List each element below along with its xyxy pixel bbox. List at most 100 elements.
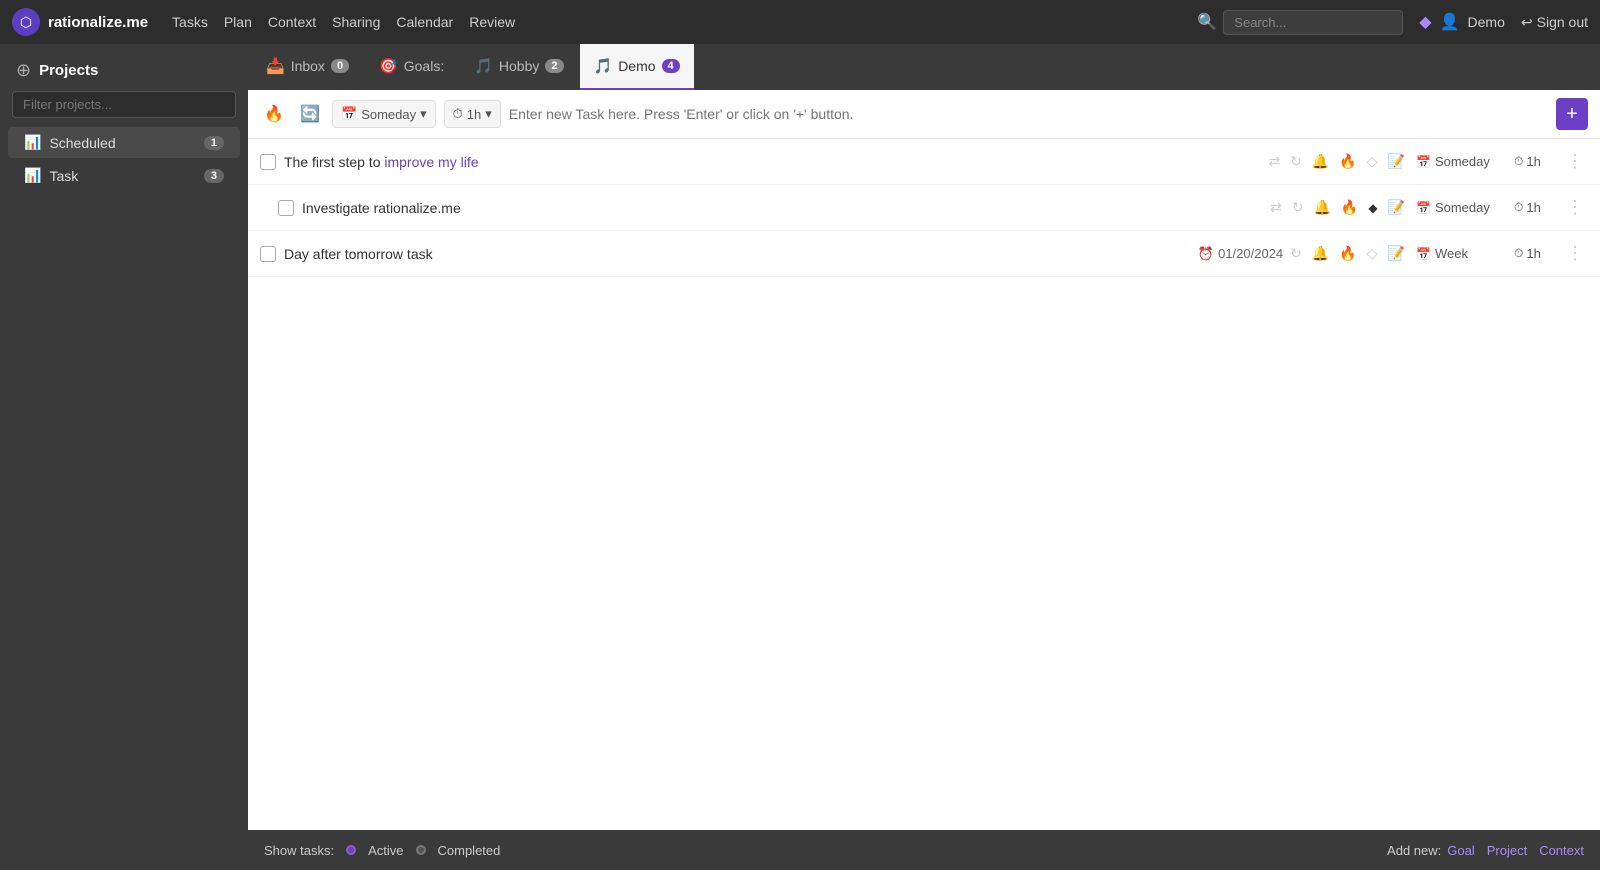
task-3-note-icon[interactable]: 📝 [1385,242,1408,265]
tab-goals[interactable]: 🎯 Goals: [365,44,458,90]
schedule-label: Someday [361,107,416,122]
task-1-repeat-icon[interactable]: ↻ [1287,150,1305,173]
add-new-label: Add new: [1387,843,1441,858]
duration-selector[interactable]: ⏱ 1h ▾ [444,100,501,128]
signout-icon: ↩ [1521,14,1533,31]
nav-calendar[interactable]: Calendar [396,14,453,30]
task-checkbox-1[interactable] [260,154,276,170]
footer: Show tasks: Active Completed Add new: Go… [248,830,1600,870]
task-actions-1: ⇄ ↻ 🔔 🔥 ◇ 📝 [1265,150,1408,173]
task-1-fire-icon[interactable]: 🔥 [1336,150,1359,173]
add-task-button[interactable]: + [1556,98,1588,130]
task-2-more-button[interactable]: ⋮ [1562,195,1588,220]
calendar-icon-3: 📅 [1416,247,1431,261]
task-2-diamond-icon[interactable]: ◆ [1365,198,1380,218]
task-1-schedule: 📅 Someday [1416,154,1506,169]
task-2-note-icon[interactable]: 📝 [1385,196,1408,219]
add-goal-link[interactable]: Goal [1447,843,1474,858]
task-checkbox-3[interactable] [260,246,276,262]
content-area: 📥 Inbox 0 🎯 Goals: 🎵 Hobby 2 🎵 Demo 4 [248,44,1600,870]
tab-demo[interactable]: 🎵 Demo 4 [580,44,694,90]
new-task-input[interactable] [509,106,1548,122]
completed-radio[interactable] [416,845,426,855]
task-2-fire-icon[interactable]: 🔥 [1338,196,1361,219]
task-1-bell-icon[interactable]: 🔔 [1309,150,1332,173]
task-2-bell-icon[interactable]: 🔔 [1310,196,1333,219]
task-3-schedule: 📅 Week [1416,246,1506,261]
user-name: Demo [1468,14,1505,30]
active-radio[interactable] [346,845,356,855]
task-2-repeat-icon[interactable]: ↻ [1289,196,1307,219]
task-3-date-label: 01/20/2024 [1218,246,1283,261]
task-1-duration: ⏱ 1h [1514,154,1554,169]
sidebar-title: Projects [39,62,98,79]
hobby-icon: 🎵 [474,57,493,75]
tab-hobby[interactable]: 🎵 Hobby 2 [460,44,577,90]
task-3-diamond-icon[interactable]: ◇ [1364,242,1381,265]
footer-right: Add new: Goal Project Context [1387,843,1584,858]
sidebar-task-icon: 📊 [24,167,41,184]
task-actions-3: ⏰ 01/20/2024 ↻ 🔔 🔥 ◇ 📝 [1198,242,1408,265]
task-2-switch-icon[interactable]: ⇄ [1267,196,1285,219]
tab-inbox[interactable]: 📥 Inbox 0 [252,44,363,90]
tab-hobby-badge: 2 [545,59,563,73]
logo: ⬡ rationalize.me [12,8,148,36]
chevron-down-icon: ▾ [420,106,427,122]
search-input[interactable] [1223,10,1403,35]
sidebar: ⊕ Projects 📊 Scheduled 1 📊 Task 3 [0,44,248,870]
calendar-icon-2: 📅 [1416,201,1431,215]
show-tasks-label: Show tasks: [264,843,334,858]
clock-icon-3: ⏱ [1514,246,1523,261]
add-context-link[interactable]: Context [1539,843,1584,858]
tab-demo-label: Demo [618,58,655,74]
tab-inbox-label: Inbox [291,58,325,74]
inbox-icon: 📥 [266,57,285,75]
nav-tasks[interactable]: Tasks [172,14,208,30]
task-2-duration-label: 1h [1526,200,1540,215]
active-label: Active [368,843,403,858]
task-1-note-icon[interactable]: 📝 [1385,150,1408,173]
sidebar-header: ⊕ Projects [0,52,248,87]
sidebar-add-icon[interactable]: ⊕ [16,60,31,81]
clock-icon-2: ⏱ [1514,200,1523,215]
task-3-duration: ⏱ 1h [1514,246,1554,261]
repeat-btn[interactable]: 🔄 [296,100,324,128]
calendar-icon: 📅 [341,106,357,122]
new-task-row: 🔥 🔄 📅 Someday ▾ ⏱ 1h ▾ + [248,90,1600,139]
tabs-bar: 📥 Inbox 0 🎯 Goals: 🎵 Hobby 2 🎵 Demo 4 [248,44,1600,90]
nav-review[interactable]: Review [469,14,515,30]
fire-toggle-btn[interactable]: 🔥 [260,100,288,128]
task-checkbox-2[interactable] [278,200,294,216]
schedule-selector[interactable]: 📅 Someday ▾ [332,100,436,128]
diamond-icon: ◆ [1419,12,1431,32]
task-3-bell-icon[interactable]: 🔔 [1309,242,1332,265]
task-1-switch-icon[interactable]: ⇄ [1265,150,1283,173]
signout-button[interactable]: ↩ Sign out [1521,14,1588,31]
task-1-diamond-icon[interactable]: ◇ [1364,150,1381,173]
sidebar-filter-input[interactable] [12,91,236,118]
task-3-more-button[interactable]: ⋮ [1562,241,1588,266]
add-project-link[interactable]: Project [1487,843,1527,858]
sidebar-scheduled-label: Scheduled [49,135,195,151]
task-label-2: Investigate rationalize.me [302,200,1259,216]
task-2-schedule-label: Someday [1435,200,1490,215]
task-3-fire-icon[interactable]: 🔥 [1336,242,1359,265]
task-3-repeat-icon[interactable]: ↻ [1287,242,1305,265]
task-1-schedule-label: Someday [1435,154,1490,169]
sidebar-scheduled-badge: 1 [204,136,224,150]
main-layout: ⊕ Projects 📊 Scheduled 1 📊 Task 3 📥 Inbo… [0,44,1600,870]
sidebar-item-task[interactable]: 📊 Task 3 [8,160,240,191]
nav-plan[interactable]: Plan [224,14,252,30]
tab-hobby-label: Hobby [499,58,539,74]
logo-icon: ⬡ [12,8,40,36]
nav-context[interactable]: Context [268,14,316,30]
tab-inbox-badge: 0 [331,59,349,73]
clock-icon: ⏱ [453,106,463,122]
sidebar-item-scheduled[interactable]: 📊 Scheduled 1 [8,127,240,158]
task-list: The first step to improve my life ⇄ ↻ 🔔 … [248,139,1600,830]
table-row: The first step to improve my life ⇄ ↻ 🔔 … [248,139,1600,185]
nav-sharing[interactable]: Sharing [332,14,380,30]
top-nav: ⬡ rationalize.me Tasks Plan Context Shar… [0,0,1600,44]
search-icon: 🔍 [1197,12,1217,32]
task-1-more-button[interactable]: ⋮ [1562,149,1588,174]
